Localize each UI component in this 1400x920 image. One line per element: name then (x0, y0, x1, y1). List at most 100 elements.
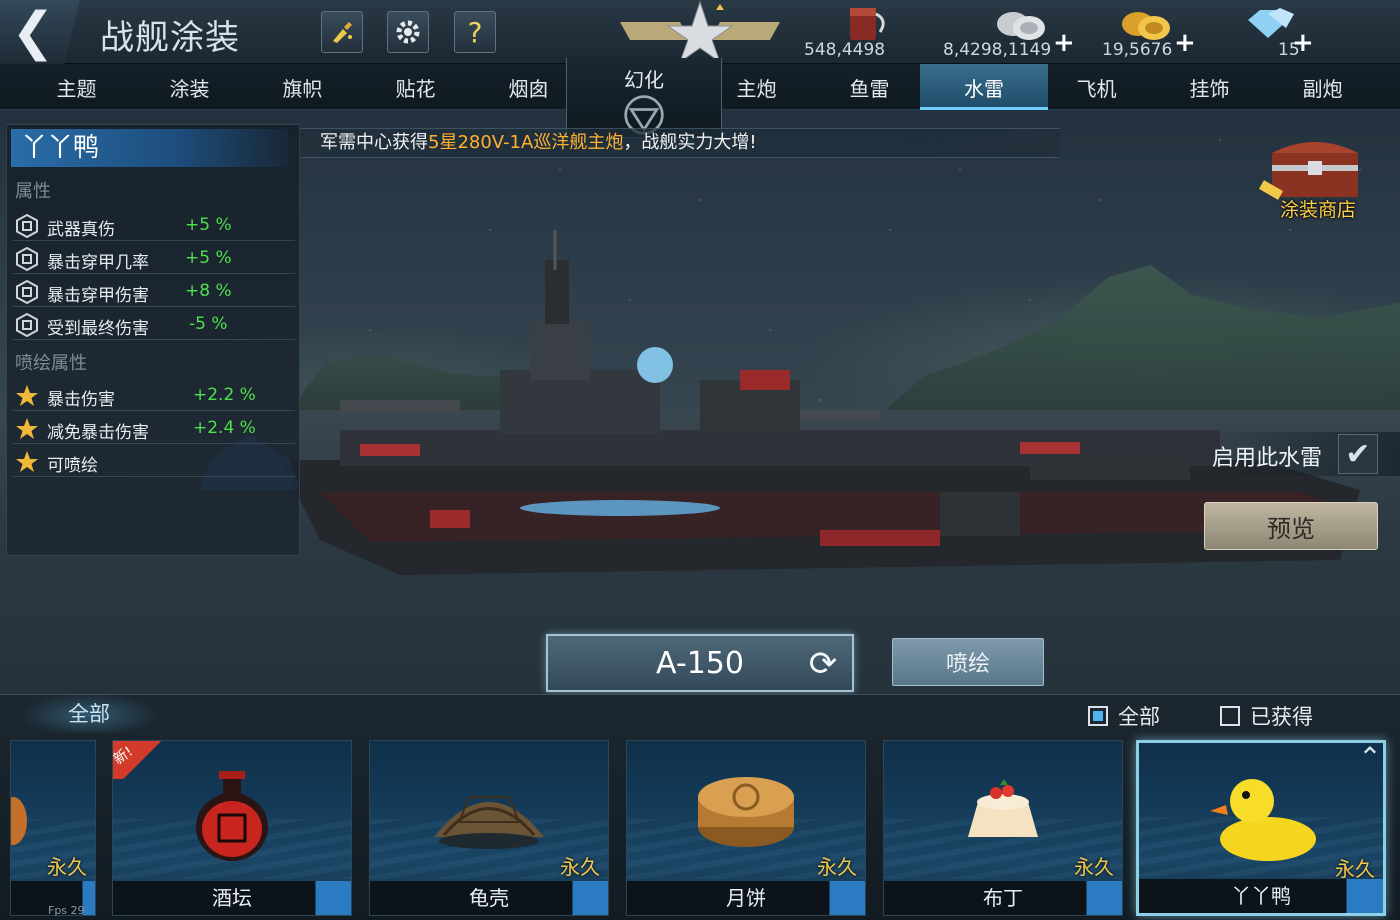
section-attributes: 属性 (15, 181, 51, 202)
spray-attribute-row: 减免暴击伤害 +2.4 % (13, 414, 295, 444)
add-silver-button[interactable]: + (1053, 28, 1075, 58)
attribute-name: 暴击穿甲伤害 (47, 286, 149, 306)
checkmark-icon[interactable]: ✔ (1338, 434, 1378, 474)
spray-attribute-row: 可喷绘 (13, 447, 295, 477)
resource-gold: 19,5676 + (1102, 0, 1222, 64)
spray-attribute-name: 减免暴击伤害 (47, 423, 149, 443)
add-gold-button[interactable]: + (1174, 28, 1196, 58)
banner-prefix: 军需中心获得 (320, 132, 428, 153)
spray-attribute-value: +2.2 % (193, 385, 256, 405)
paint-amount: 548,4498 (804, 40, 886, 60)
spray-paint-button[interactable]: 喷绘 (892, 638, 1044, 686)
item-duration: 永久 (1074, 855, 1114, 879)
ship-name: A-150 (656, 645, 744, 681)
attribute-name: 暴击穿甲几率 (47, 253, 149, 273)
attribute-value: +8 % (185, 281, 232, 301)
silver-amount: 8,4298,1149 (943, 40, 1052, 60)
checkbox-checked-icon[interactable] (1088, 706, 1108, 726)
tab-paint[interactable]: 涂装 (133, 64, 246, 110)
fps-counter: Fps 29 (48, 904, 85, 917)
paint-bucket-icon (850, 8, 885, 40)
filter-all-label: 全部 (1118, 705, 1160, 729)
item-duration: 永久 (560, 855, 600, 879)
enable-mine-toggle[interactable]: 启用此水雷 ✔ (1200, 432, 1400, 476)
tab-flag[interactable]: 旗帜 (246, 64, 359, 110)
attribute-value: -5 % (189, 314, 228, 334)
ship-name-selector[interactable]: A-150 ⟳ (546, 634, 854, 692)
resource-paint: 548,4498 (800, 0, 920, 64)
paint-shop-button[interactable]: 涂装商店 (1258, 135, 1370, 223)
item-card[interactable]: 新! 永久 酒坛 (112, 740, 352, 916)
pudding-icon (968, 779, 1038, 837)
item-card[interactable]: 永久 布丁 (883, 740, 1123, 916)
attribute-value: +5 % (185, 248, 232, 268)
enable-mine-label: 启用此水雷 (1212, 446, 1323, 471)
wine-jar-icon (196, 771, 268, 861)
top-bar: ❮ 战舰涂装 ? 548,4498 8,4298,1149 + 19,5676 … (0, 0, 1400, 64)
attribute-name: 武器真伤 (47, 220, 115, 240)
new-badge-label: 新! (112, 743, 137, 769)
silver-coins-icon (997, 12, 1045, 40)
add-diamond-button[interactable]: + (1292, 28, 1314, 58)
item-name: 月饼 (627, 881, 865, 915)
help-icon[interactable]: ? (454, 11, 496, 53)
spray-attribute-name: 可喷绘 (47, 456, 98, 476)
preview-button[interactable]: 预览 (1204, 502, 1378, 550)
tab-ornament[interactable]: 挂饰 (1153, 64, 1266, 110)
announcement-banner: 军需中心获得5星280V-1A巡洋舰主炮，战舰实力大增! (300, 128, 1060, 158)
item-name: 龟壳 (370, 881, 608, 915)
spray-attribute-row: 暴击伤害 +2.2 % (13, 381, 295, 411)
filter-all-checkbox[interactable]: 全部 (1088, 702, 1160, 730)
item-name: 布丁 (884, 881, 1122, 915)
banner-suffix: ，战舰实力大增! (623, 132, 757, 153)
banner-highlight: 5星280V-1A巡洋舰主炮 (428, 132, 624, 153)
checkbox-unchecked-icon[interactable] (1220, 706, 1240, 726)
attribute-row: 武器真伤 +5 % (13, 211, 295, 241)
refresh-icon[interactable]: ⟳ (804, 645, 842, 683)
tab-all-items[interactable]: 全部 (22, 695, 156, 733)
chevron-up-icon[interactable]: ⌃ (1348, 738, 1392, 778)
page-title: 战舰涂装 (100, 18, 240, 58)
resource-silver: 8,4298,1149 + (943, 0, 1075, 64)
tab-torpedo[interactable]: 鱼雷 (813, 64, 926, 110)
hex-attribute-icon (16, 214, 38, 238)
attribute-panel: 丫丫鸭 属性 武器真伤 +5 % 暴击穿甲几率 +5 % 暴击穿甲伤害 +8 %… (6, 124, 300, 556)
turtle-shell-icon (434, 796, 544, 849)
item-duration: 永久 (47, 855, 87, 879)
rank-star-emblem-icon[interactable] (620, 0, 780, 64)
tab-decal[interactable]: 贴花 (359, 64, 472, 110)
rubber-duck-icon (1210, 779, 1316, 861)
paint-brush-icon[interactable] (321, 11, 363, 53)
spray-attribute-value: +2.4 % (193, 418, 256, 438)
gold-coins-icon (1122, 12, 1170, 40)
attribute-name: 受到最终伤害 (47, 319, 149, 339)
item-card[interactable]: 永久 (10, 740, 96, 916)
tab-transform-label: 幻化 (624, 68, 664, 92)
attribute-row: 暴击穿甲几率 +5 % (13, 244, 295, 274)
attribute-value: +5 % (185, 215, 232, 235)
mooncake-icon (698, 777, 794, 847)
item-card[interactable]: 永久 龟壳 (369, 740, 609, 916)
item-name: 酒坛 (113, 881, 351, 915)
star-icon (16, 418, 38, 439)
filter-owned-label: 已获得 (1250, 705, 1313, 729)
hex-attribute-icon (16, 247, 38, 271)
gear-icon[interactable] (387, 11, 429, 53)
filter-owned-checkbox[interactable]: 已获得 (1220, 702, 1313, 730)
tab-aircraft[interactable]: 飞机 (1040, 64, 1153, 110)
tab-secondary-gun[interactable]: 副炮 (1266, 64, 1379, 110)
hex-attribute-icon (16, 313, 38, 337)
tab-mine[interactable]: 水雷 (920, 64, 1048, 110)
attribute-row: 暴击穿甲伤害 +8 % (13, 277, 295, 307)
tab-transform[interactable]: 幻化 (566, 58, 722, 138)
back-arrow-icon[interactable]: ❮ (0, 0, 80, 64)
partial-item-icon (11, 797, 27, 845)
new-badge: 新! (112, 741, 175, 779)
section-spray-attributes: 喷绘属性 (15, 353, 87, 374)
resource-diamond: 15 + (1236, 0, 1336, 64)
item-card[interactable]: 永久 月饼 (626, 740, 866, 916)
tab-theme[interactable]: 主题 (20, 64, 133, 110)
attribute-row: 受到最终伤害 -5 % (13, 310, 295, 340)
star-icon (16, 451, 38, 472)
spray-attribute-name: 暴击伤害 (47, 390, 115, 410)
